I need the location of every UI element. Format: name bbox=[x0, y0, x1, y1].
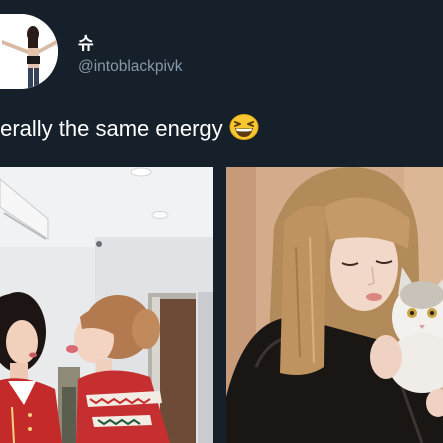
display-name[interactable]: 슈 bbox=[78, 29, 94, 54]
photo-right[interactable] bbox=[226, 167, 443, 443]
user-handle[interactable]: @intoblackpivk bbox=[78, 58, 182, 76]
tweet-text: terally the same energy bbox=[0, 114, 259, 146]
avatar[interactable] bbox=[0, 14, 58, 89]
tweet-text-body: terally the same energy bbox=[0, 116, 223, 141]
grinning-squinting-face-icon bbox=[229, 114, 259, 146]
photo-left[interactable] bbox=[0, 167, 213, 443]
tweet-card: 슈 @intoblackpivk terally the same energy bbox=[0, 0, 443, 443]
